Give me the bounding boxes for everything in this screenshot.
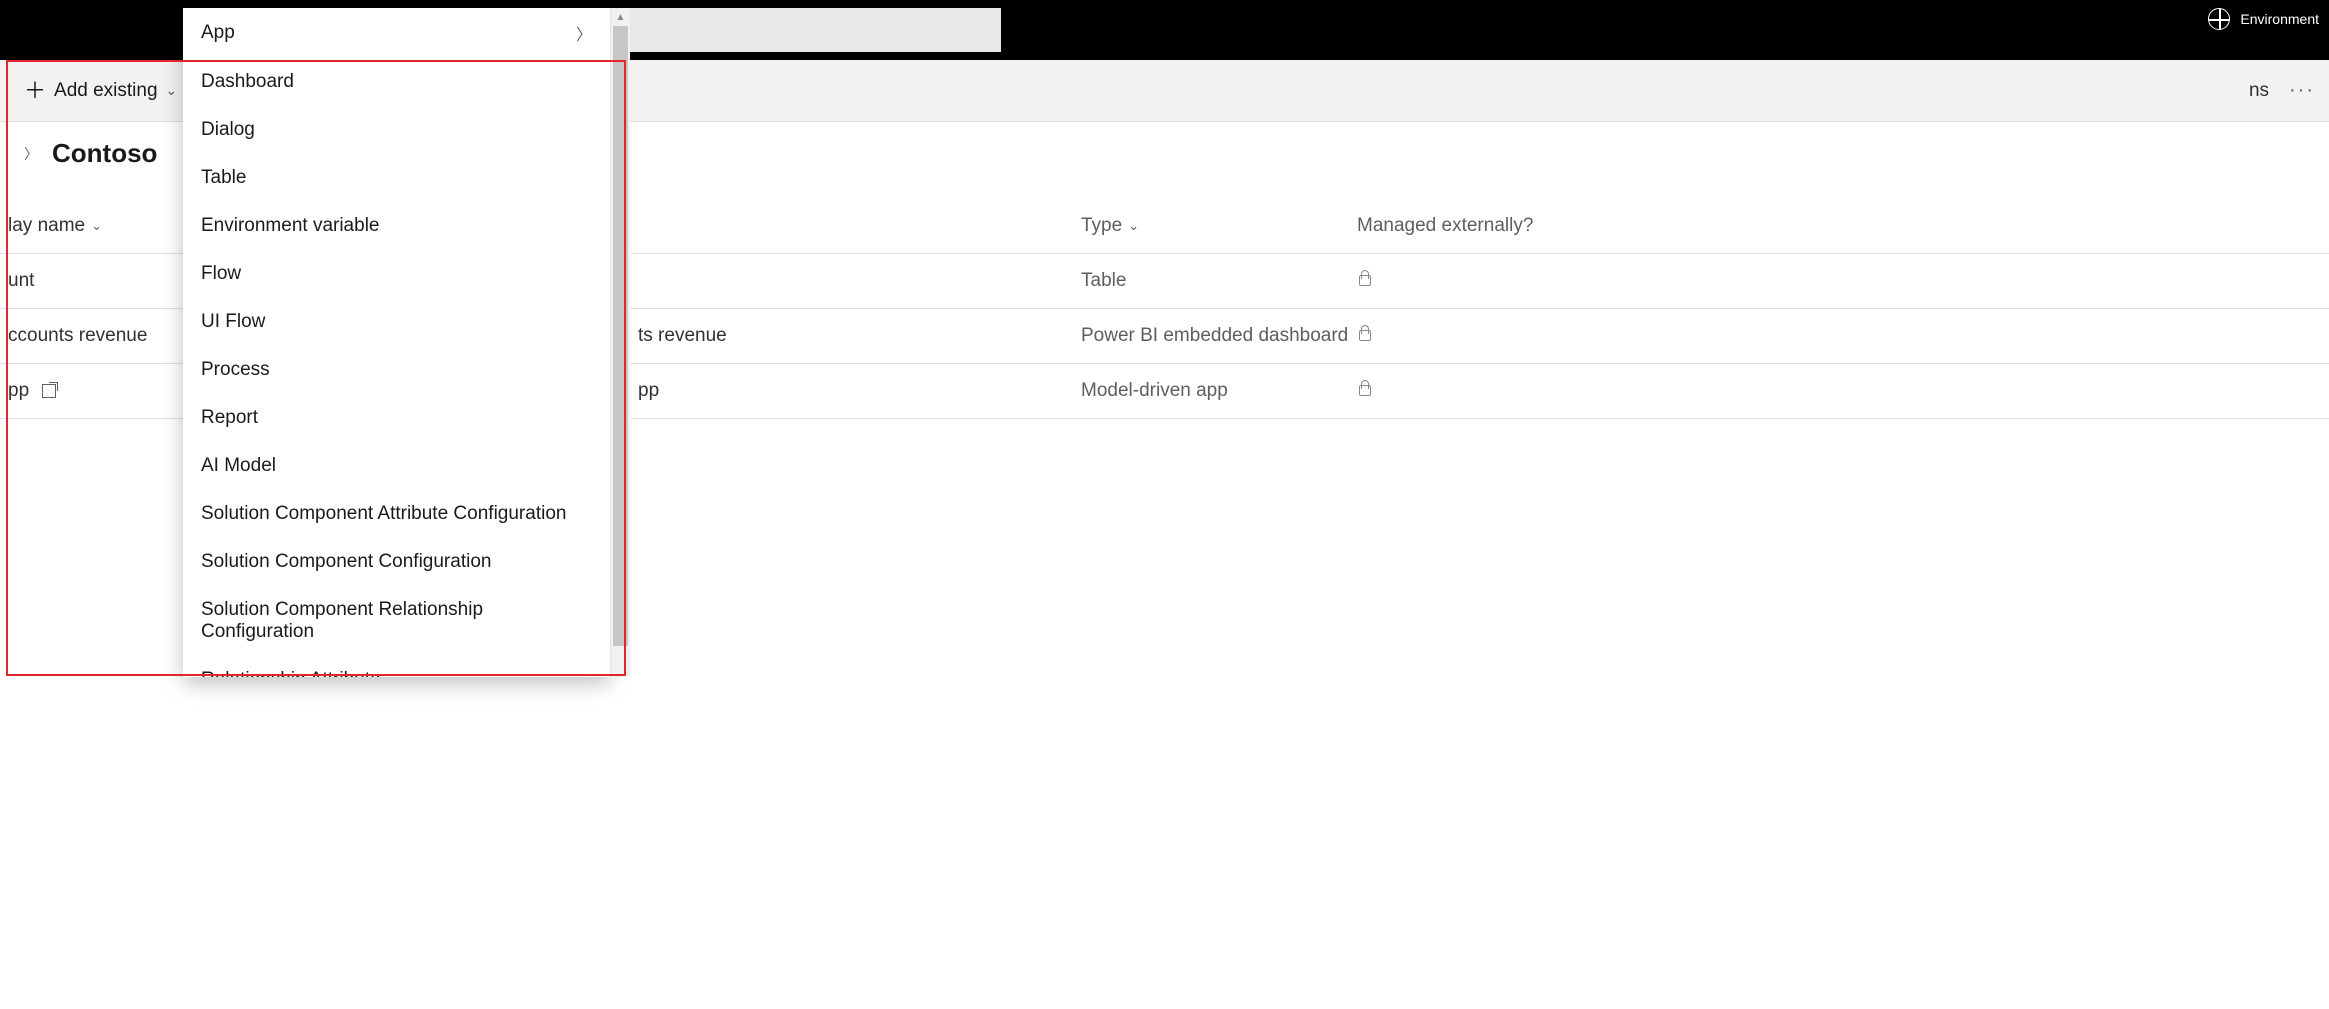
menu-item-process[interactable]: Process bbox=[183, 346, 610, 394]
menu-item-label: Relationship Attribute bbox=[201, 669, 381, 677]
menu-item-label: Dialog bbox=[201, 119, 255, 141]
menu-item-label: Report bbox=[201, 407, 258, 429]
column-header-name-label: lay name bbox=[8, 215, 85, 237]
menu-item-label: Flow bbox=[201, 263, 241, 285]
menu-item-label: Solution Component Relationship Configur… bbox=[201, 599, 592, 643]
add-existing-button[interactable]: ＋ Add existing ⌄ bbox=[14, 74, 187, 108]
chevron-down-icon: ⌄ bbox=[91, 218, 102, 234]
scroll-up-arrow-icon[interactable]: ▲ bbox=[611, 8, 630, 26]
environment-picker[interactable]: Environment bbox=[2208, 8, 2319, 30]
column-header-type-label: Type bbox=[1081, 215, 1122, 237]
column-header-type[interactable]: Type ⌄ bbox=[1081, 215, 1357, 237]
menu-item-app[interactable]: App 〉 bbox=[183, 8, 610, 58]
menu-item-label: UI Flow bbox=[201, 311, 265, 333]
chevron-down-icon: ⌄ bbox=[166, 82, 178, 99]
row-name: pp bbox=[8, 380, 29, 401]
column-header-managed-label: Managed externally? bbox=[1357, 215, 1533, 237]
menu-item-label: App bbox=[201, 22, 235, 44]
scroll-thumb[interactable] bbox=[613, 26, 628, 646]
search-box-background[interactable] bbox=[620, 8, 1001, 52]
menu-item-solution-component-attribute-configuration[interactable]: Solution Component Attribute Configurati… bbox=[183, 490, 610, 538]
cmdbar-partial-text: ns bbox=[2249, 80, 2269, 102]
menu-item-environment-variable[interactable]: Environment variable bbox=[183, 202, 610, 250]
row-name-right: ts revenue bbox=[638, 325, 727, 347]
menu-item-dashboard[interactable]: Dashboard bbox=[183, 58, 610, 106]
menu-item-dialog[interactable]: Dialog bbox=[183, 106, 610, 154]
menu-scrollbar[interactable]: ▲ bbox=[610, 8, 630, 677]
menu-item-ai-model[interactable]: AI Model bbox=[183, 442, 610, 490]
add-existing-menu-list: App 〉 Dashboard Dialog Table Environment vari… bbox=[183, 8, 610, 677]
chevron-down-icon: ⌄ bbox=[1128, 218, 1139, 234]
plus-icon: ＋ bbox=[24, 80, 46, 102]
menu-item-solution-component-configuration[interactable]: Solution Component Configuration bbox=[183, 538, 610, 586]
column-header-managed[interactable]: Managed externally? bbox=[1357, 215, 1557, 237]
chevron-right-icon[interactable]: 〉 bbox=[24, 144, 38, 164]
menu-item-table[interactable]: Table bbox=[183, 154, 610, 202]
menu-item-label: Solution Component Configuration bbox=[201, 551, 491, 573]
lock-icon bbox=[1357, 270, 1373, 286]
chevron-right-icon: 〉 bbox=[576, 21, 592, 45]
menu-item-flow[interactable]: Flow bbox=[183, 250, 610, 298]
menu-item-label: Table bbox=[201, 167, 246, 189]
menu-item-solution-component-relationship-configuration[interactable]: Solution Component Relationship Configur… bbox=[183, 586, 610, 656]
menu-item-relationship-attribute[interactable]: Relationship Attribute bbox=[183, 656, 610, 677]
row-name: unt bbox=[8, 270, 34, 291]
menu-item-label: Environment variable bbox=[201, 215, 379, 237]
add-existing-label: Add existing bbox=[54, 80, 158, 102]
environment-label: Environment bbox=[2240, 11, 2319, 27]
row-name-right: pp bbox=[638, 380, 659, 402]
solution-title: Contoso bbox=[52, 138, 157, 169]
lock-icon bbox=[1357, 325, 1373, 341]
menu-item-label: Dashboard bbox=[201, 71, 294, 93]
globe-icon bbox=[2208, 8, 2230, 30]
menu-item-label: AI Model bbox=[201, 455, 276, 477]
lock-icon bbox=[1357, 380, 1373, 396]
menu-item-ui-flow[interactable]: UI Flow bbox=[183, 298, 610, 346]
menu-item-label: Solution Component Attribute Configurati… bbox=[201, 503, 566, 525]
row-type: Table bbox=[1081, 270, 1357, 292]
row-type: Model-driven app bbox=[1081, 380, 1357, 402]
menu-item-label: Process bbox=[201, 359, 270, 381]
open-external-icon[interactable] bbox=[42, 384, 56, 398]
add-existing-menu: App 〉 Dashboard Dialog Table Environment vari… bbox=[183, 8, 630, 677]
overflow-menu-button[interactable]: ··· bbox=[2289, 79, 2315, 102]
row-type: Power BI embedded dashboard bbox=[1081, 325, 1357, 347]
menu-item-report[interactable]: Report bbox=[183, 394, 610, 442]
